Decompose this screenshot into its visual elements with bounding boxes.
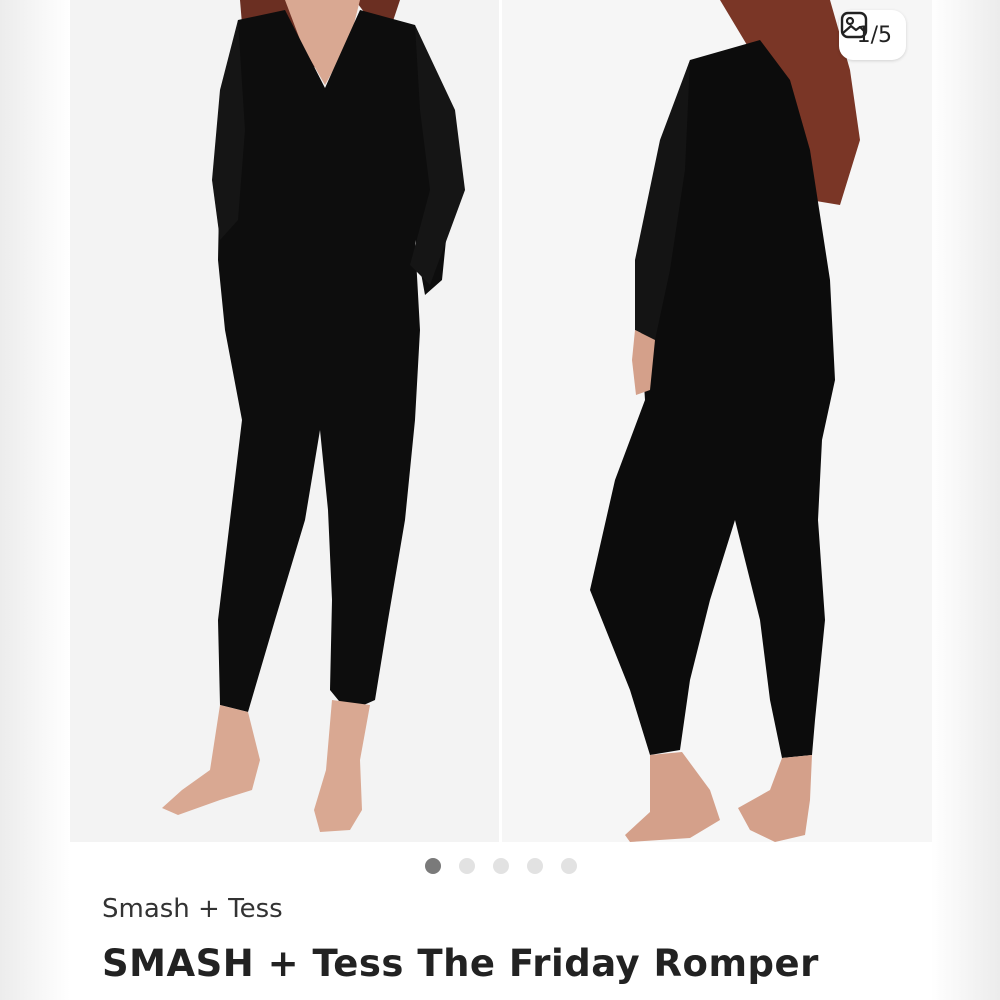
product-image-gallery[interactable]: 1/5 [70, 0, 932, 842]
carousel-pagination [70, 858, 932, 874]
product-photo [70, 0, 932, 842]
carousel-dot[interactable] [425, 858, 441, 874]
carousel-dot[interactable] [561, 858, 577, 874]
carousel-dot[interactable] [527, 858, 543, 874]
image-counter-badge: 1/5 [838, 10, 906, 60]
carousel-dot[interactable] [459, 858, 475, 874]
carousel-dot[interactable] [493, 858, 509, 874]
brand-link[interactable]: Smash + Tess [102, 894, 283, 924]
listing-card: 1/5 Smash + Tess SMASH + Tess The Friday… [70, 0, 932, 1000]
listing-title: SMASH + Tess The Friday Romper [102, 942, 819, 985]
